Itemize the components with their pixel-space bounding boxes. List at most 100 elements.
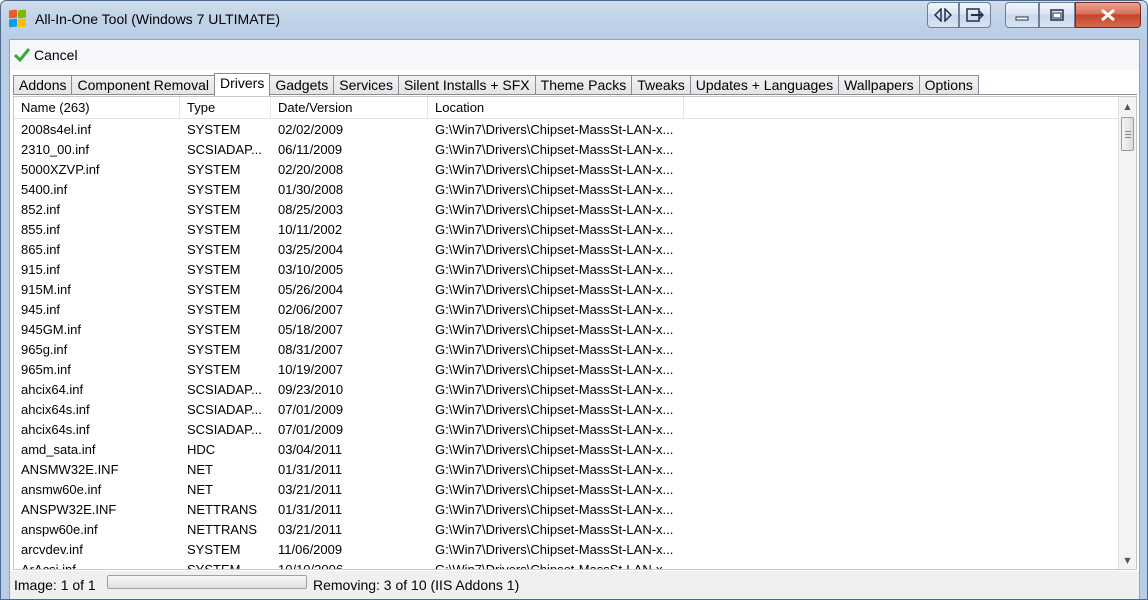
cancel-button[interactable]: Cancel [14, 45, 78, 65]
tab-gadgets[interactable]: Gadgets [269, 75, 335, 95]
tab-options[interactable]: Options [918, 75, 979, 95]
tab-wallpapers[interactable]: Wallpapers [838, 75, 920, 95]
table-row[interactable]: 852.inf SYSTEM 08/25/2003 G:\Win7\Drivers\C… [14, 200, 1118, 220]
column-header-location[interactable]: Location [428, 97, 684, 119]
cell-type: SCSIADAP... [187, 142, 262, 157]
table-row[interactable]: 2310_00.inf SCSIADAP... 06/11/2009 G:\Win7\… [14, 140, 1118, 160]
cell-type: NET [187, 462, 213, 477]
cell-name: 5000XZVP.inf [21, 162, 100, 177]
cell-name: anspw60e.inf [21, 522, 98, 537]
tab-addons[interactable]: Addons [13, 75, 73, 95]
cell-location: G:\Win7\Drivers\Chipset-MassSt-LAN-x... [435, 322, 674, 337]
cancel-label: Cancel [34, 47, 78, 63]
cell-type: SYSTEM [187, 182, 241, 197]
cell-type: NET [187, 482, 213, 497]
cell-location: G:\Win7\Drivers\Chipset-MassSt-LAN-x... [435, 362, 674, 377]
tab-tweaks[interactable]: Tweaks [631, 75, 691, 95]
table-row[interactable]: 855.inf SYSTEM 10/11/2002 G:\Win7\Drivers\C… [14, 220, 1118, 240]
cell-name: arcvdev.inf [21, 542, 83, 557]
title-bar[interactable]: All-In-One Tool (Windows 7 ULTIMATE) [1, 1, 1147, 38]
scroll-up-arrow-icon[interactable]: ▲ [1119, 97, 1136, 115]
table-row[interactable]: 965m.inf SYSTEM 10/19/2007 G:\Win7\Drivers\… [14, 360, 1118, 380]
table-row[interactable]: ANSPW32E.INF NETTRANS 01/31/2011 G:\Win7\Dr… [14, 500, 1118, 520]
export-icon [966, 8, 984, 22]
table-row[interactable]: 2008s4el.inf SYSTEM 02/02/2009 G:\Win7\Driv… [14, 120, 1118, 140]
table-row[interactable]: ANSMW32E.INF NET 01/31/2011 G:\Win7\Drivers… [14, 460, 1118, 480]
table-row[interactable]: 915.inf SYSTEM 03/10/2005 G:\Win7\Drivers\C… [14, 260, 1118, 280]
cell-name: 945GM.inf [21, 322, 81, 337]
window-title: All-In-One Tool (Windows 7 ULTIMATE) [35, 11, 281, 27]
table-row[interactable]: ahcix64s.inf SCSIADAP... 07/01/2009 G:\Win7… [14, 420, 1118, 440]
status-bar: Image: 1 of 1 Removing: 3 of 10 (IIS Add… [10, 571, 1139, 599]
cell-date: 06/11/2009 [278, 142, 343, 157]
cell-type: SCSIADAP... [187, 422, 262, 437]
image-count-label: Image: 1 of 1 [14, 577, 96, 593]
cell-location: G:\Win7\Drivers\Chipset-MassSt-LAN-x... [435, 242, 674, 257]
close-button[interactable] [1075, 2, 1141, 28]
minimize-icon [1015, 16, 1029, 21]
column-header-date[interactable]: Date/Version [271, 97, 428, 119]
cell-type: SCSIADAP... [187, 402, 262, 417]
tab-drivers[interactable]: Drivers [214, 73, 271, 96]
minimize-button[interactable] [1005, 2, 1039, 28]
table-row[interactable]: 5400.inf SYSTEM 01/30/2008 G:\Win7\Drivers\… [14, 180, 1118, 200]
table-row[interactable]: ArAcsi.inf SYSTEM 10/10/2006 G:\Win7\Driver… [14, 560, 1118, 570]
table-row[interactable]: 965g.inf SYSTEM 08/31/2007 G:\Win7\Drivers\… [14, 340, 1118, 360]
cell-date: 10/19/2007 [278, 362, 344, 377]
table-row[interactable]: anspw60e.inf NETTRANS 03/21/2011 G:\Win7\Dr… [14, 520, 1118, 540]
table-row[interactable]: ahcix64.inf SCSIADAP... 09/23/2010 G:\Win7\… [14, 380, 1118, 400]
table-row[interactable]: 945GM.inf SYSTEM 05/18/2007 G:\Win7\Drivers… [14, 320, 1118, 340]
cell-name: 865.inf [21, 242, 61, 257]
tab-updates-languages[interactable]: Updates + Languages [689, 75, 840, 95]
cell-type: SYSTEM [187, 262, 241, 277]
column-header-name[interactable]: Name (263) [14, 97, 180, 119]
table-row[interactable]: 5000XZVP.inf SYSTEM 02/20/2008 G:\Win7\Driv… [14, 160, 1118, 180]
cell-location: G:\Win7\Drivers\Chipset-MassSt-LAN-x... [435, 202, 674, 217]
cell-date: 03/04/2011 [278, 442, 343, 457]
progress-bar [107, 575, 307, 589]
removing-status-label: Removing: 3 of 10 (IIS Addons 1) [313, 577, 520, 593]
list-rows: 2008s4el.inf SYSTEM 02/02/2009 G:\Win7\Driv… [14, 120, 1118, 570]
cell-name: 2310_00.inf [21, 142, 89, 157]
tab-theme-packs[interactable]: Theme Packs [534, 75, 633, 95]
tab-component-removal[interactable]: Component Removal [71, 75, 215, 95]
table-row[interactable]: 865.inf SYSTEM 03/25/2004 G:\Win7\Drivers\C… [14, 240, 1118, 260]
cell-location: G:\Win7\Drivers\Chipset-MassSt-LAN-x... [435, 142, 674, 157]
tab-silent-installs[interactable]: Silent Installs + SFX [397, 75, 536, 95]
cell-name: 855.inf [21, 222, 61, 237]
cell-name: ansmw60e.inf [21, 482, 102, 497]
table-row[interactable]: ahcix64s.inf SCSIADAP... 07/01/2009 G:\Win7… [14, 400, 1118, 420]
maximize-icon [1050, 9, 1064, 21]
cell-type: SYSTEM [187, 542, 241, 557]
column-header-type[interactable]: Type [180, 97, 271, 119]
cell-type: SYSTEM [187, 202, 241, 217]
toolbar: Cancel [10, 40, 1139, 70]
table-row[interactable]: amd_sata.inf HDC 03/04/2011 G:\Win7\Drivers… [14, 440, 1118, 460]
tab-services[interactable]: Services [333, 75, 399, 95]
maximize-button[interactable] [1039, 2, 1075, 28]
cell-date: 01/31/2011 [278, 462, 343, 477]
cell-location: G:\Win7\Drivers\Chipset-MassSt-LAN-x... [435, 182, 674, 197]
scroll-down-arrow-icon[interactable]: ▼ [1119, 551, 1136, 569]
table-row[interactable]: 945.inf SYSTEM 02/06/2007 G:\Win7\Drivers\C… [14, 300, 1118, 320]
table-row[interactable]: 915M.inf SYSTEM 05/26/2004 G:\Win7\Drivers\… [14, 280, 1118, 300]
cell-location: G:\Win7\Drivers\Chipset-MassSt-LAN-x... [435, 462, 674, 477]
table-row[interactable]: ansmw60e.inf NET 03/21/2011 G:\Win7\Drivers… [14, 480, 1118, 500]
resize-arrows-button[interactable] [927, 2, 959, 28]
export-button[interactable] [959, 2, 991, 28]
cell-name: 2008s4el.inf [21, 122, 92, 137]
cell-date: 10/10/2006 [278, 562, 344, 570]
cell-date: 08/25/2003 [278, 202, 344, 217]
cell-date: 02/20/2008 [278, 162, 344, 177]
cell-location: G:\Win7\Drivers\Chipset-MassSt-LAN-x... [435, 342, 674, 357]
cell-date: 11/06/2009 [278, 542, 343, 557]
tab-strip: Addons Component Removal Drivers Gadgets… [13, 73, 979, 96]
vertical-scrollbar[interactable]: ▲ ▼ [1118, 97, 1136, 569]
cell-location: G:\Win7\Drivers\Chipset-MassSt-LAN-x... [435, 122, 674, 137]
cell-date: 03/21/2011 [278, 522, 343, 537]
drivers-list[interactable]: Name (263) Type Date/Version Location 20… [13, 96, 1137, 570]
cell-date: 07/01/2009 [278, 402, 344, 417]
cell-location: G:\Win7\Drivers\Chipset-MassSt-LAN-x... [435, 562, 674, 570]
scrollbar-thumb[interactable] [1121, 117, 1134, 151]
table-row[interactable]: arcvdev.inf SYSTEM 11/06/2009 G:\Win7\Drive… [14, 540, 1118, 560]
